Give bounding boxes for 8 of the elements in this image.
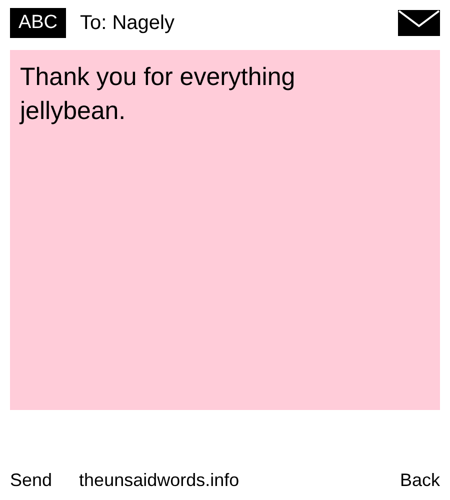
back-button[interactable]: Back [400,467,440,494]
message-area[interactable]: Thank you for everything jellybean. [10,50,440,410]
message-text: Thank you for everything jellybean. [20,62,296,127]
send-button[interactable]: Send [10,467,52,494]
envelope-icon[interactable] [398,10,440,36]
recipient-label: To: Nagely [80,11,174,36]
input-mode-label: ABC [10,8,66,38]
website-label: theunsaidwords.info [79,469,240,492]
